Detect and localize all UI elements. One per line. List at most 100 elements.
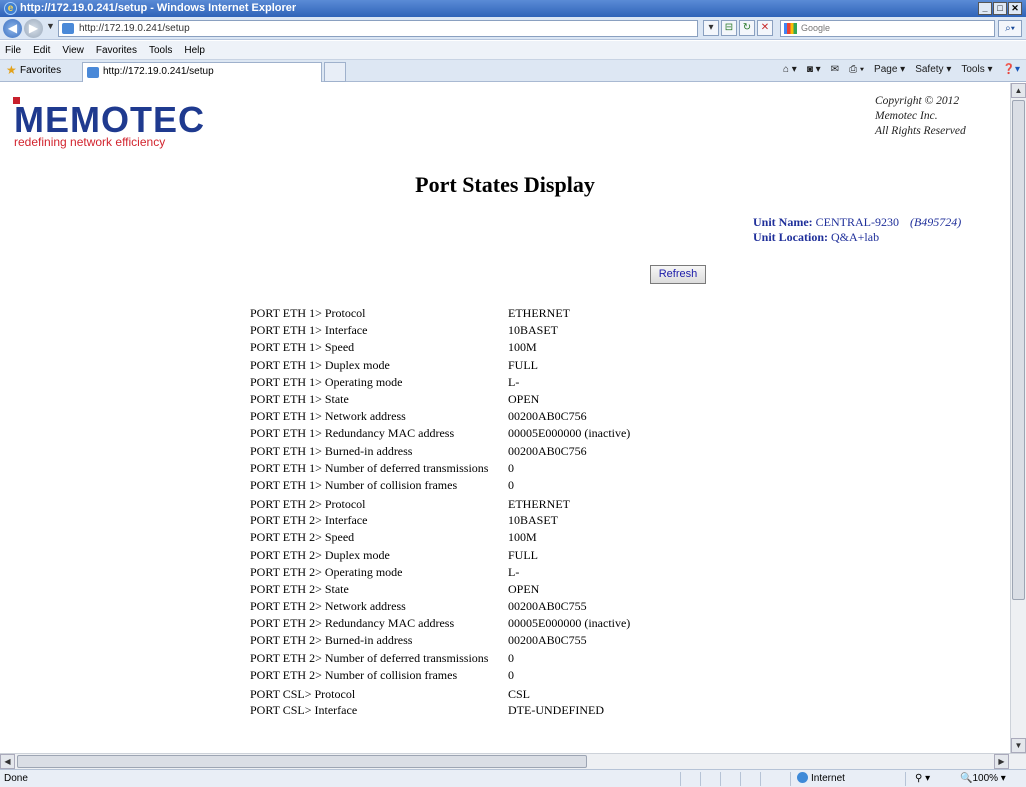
address-row: ◀ ▶ ▼ http://172.19.0.241/setup ▾ ⊟ ↻ ✕ … [0, 17, 1026, 40]
table-row: PORT CSL> Protocol CSL [250, 684, 630, 702]
help-icon[interactable]: ❓▾ [1003, 64, 1020, 75]
tab-page-icon [87, 67, 99, 78]
table-row: PORT ETH 2> Network address 00200AB0C755 [250, 598, 630, 615]
address-input[interactable]: http://172.19.0.241/setup [58, 20, 698, 37]
scroll-left-icon[interactable]: ◀ [0, 754, 15, 769]
port-field-label: PORT ETH 2> Protocol [250, 497, 366, 512]
search-icon[interactable]: ⌕▾ [998, 20, 1022, 37]
zoom-control[interactable]: 🔍100% ▾ [960, 770, 1006, 787]
port-field-value: 0 [508, 667, 514, 682]
menu-file[interactable]: File [5, 45, 21, 56]
unit-location-label: Unit Location: [753, 230, 828, 244]
table-row: PORT CSL> Interface DTE-UNDEFINED [250, 702, 630, 719]
port-field-value: DTE-UNDEFINED [508, 703, 604, 718]
search-input[interactable]: Google [780, 20, 995, 37]
port-field-value: 00005E000000 (inactive) [508, 616, 631, 631]
port-field-value: OPEN [508, 581, 540, 596]
ie-logo-icon: e [4, 2, 17, 15]
tab-setup[interactable]: http://172.19.0.241/setup [82, 62, 322, 82]
zoom-level: 100% [972, 773, 999, 784]
mail-icon[interactable]: ✉ [831, 64, 839, 75]
table-row: PORT ETH 1> Interface 10BASET [250, 322, 630, 339]
table-row: PORT ETH 1> Protocol ETHERNET [250, 305, 630, 322]
port-field-label: PORT ETH 1> Interface [250, 323, 368, 338]
table-row: PORT ETH 2> Redundancy MAC address 00005E… [250, 615, 630, 632]
history-dropdown-icon[interactable]: ▼ [46, 21, 55, 31]
minimize-button[interactable]: _ [978, 2, 992, 15]
table-row: PORT ETH 2> Interface 10BASET [250, 512, 630, 529]
scroll-up-icon[interactable]: ▲ [1011, 83, 1026, 98]
window-title-bar: e http://172.19.0.241/setup - Windows In… [0, 0, 1026, 17]
port-field-label: PORT ETH 1> Protocol [250, 306, 366, 321]
favorites-star-icon[interactable]: ★ [6, 64, 17, 77]
table-row: PORT ETH 1> Speed 100M [250, 339, 630, 356]
page-menu[interactable]: Page ▾ [874, 64, 905, 75]
port-field-value: CSL [508, 686, 531, 701]
protected-mode-icon[interactable]: ⚲ ▾ [915, 770, 930, 787]
back-arrow-icon[interactable]: ◀ [3, 19, 22, 38]
close-button[interactable]: ✕ [1008, 2, 1022, 15]
port-field-label: PORT ETH 2> Network address [250, 599, 406, 614]
port-field-value: ETHERNET [508, 306, 570, 321]
status-divider [680, 772, 681, 786]
table-row: PORT ETH 2> Burned-in address 00200AB0C75… [250, 632, 630, 649]
copyright-line-3: All Rights Reserved [875, 125, 966, 137]
stop-icon[interactable]: ✕ [757, 20, 773, 36]
port-field-label: PORT ETH 2> Number of deferred transmiss… [250, 650, 489, 665]
port-field-value: 0 [508, 460, 514, 475]
menu-favorites[interactable]: Favorites [96, 45, 137, 56]
safety-menu[interactable]: Safety ▾ [915, 64, 951, 75]
port-field-value: 10BASET [508, 513, 559, 528]
port-states-table: PORT ETH 1> Protocol ETHERNET PORT ETH 1> … [250, 305, 630, 719]
tab-title: http://172.19.0.241/setup [103, 66, 214, 77]
table-row: PORT ETH 2> Duplex mode FULL [250, 546, 630, 563]
unit-name-value: CENTRAL-9230 [815, 215, 899, 229]
port-field-value: 10BASET [508, 323, 559, 338]
refresh-icon[interactable]: ↻ [739, 20, 755, 36]
copyright-line-2: Memotec Inc. [875, 110, 938, 122]
menu-view[interactable]: View [62, 45, 84, 56]
tools-menu[interactable]: Tools ▾ [961, 64, 992, 75]
favorites-bar: ★ Favorites http://172.19.0.241/setup ⌂ … [0, 60, 1026, 82]
port-field-label: PORT CSL> Protocol [250, 686, 356, 701]
status-divider [760, 772, 761, 786]
copyright-line-1: Copyright © 2012 [875, 95, 960, 107]
port-field-value: OPEN [508, 392, 540, 407]
scroll-down-icon[interactable]: ▼ [1011, 738, 1026, 753]
port-field-value: FULL [508, 357, 538, 372]
table-row: PORT ETH 1> Operating mode L- [250, 374, 630, 391]
scroll-right-icon[interactable]: ▶ [994, 754, 1009, 769]
favorites-button[interactable]: Favorites [20, 65, 61, 76]
port-field-value: ETHERNET [508, 497, 570, 512]
horizontal-scrollbar[interactable]: ◀ ▶ [0, 753, 1026, 769]
status-text: Done [4, 773, 28, 784]
print-icon[interactable]: ⎙ ▾ [849, 64, 864, 75]
menu-help[interactable]: Help [184, 45, 205, 56]
vertical-scroll-thumb[interactable] [1012, 100, 1025, 600]
table-row: PORT ETH 2> Speed 100M [250, 529, 630, 546]
table-row: PORT ETH 1> Redundancy MAC address 00005E… [250, 425, 630, 442]
search-placeholder: Google [801, 23, 831, 33]
table-row: PORT ETH 1> Number of deferred transmiss… [250, 460, 630, 477]
refresh-button[interactable]: Refresh [650, 265, 706, 284]
unit-info: Unit Name: CENTRAL-9230 (B495724) Unit L… [753, 215, 961, 245]
table-row: PORT ETH 2> State OPEN [250, 581, 630, 598]
menu-edit[interactable]: Edit [33, 45, 50, 56]
home-icon[interactable]: ⌂ ▾ [783, 64, 797, 75]
address-dropdown-icon[interactable]: ▾ [703, 20, 719, 36]
forward-arrow-icon[interactable]: ▶ [24, 19, 43, 38]
maximize-button[interactable]: □ [993, 2, 1007, 15]
unit-serial: (B495724) [909, 215, 962, 229]
vertical-scrollbar[interactable]: ▲ ▼ [1010, 83, 1026, 753]
menu-tools[interactable]: Tools [149, 45, 172, 56]
zone-label: Internet [811, 773, 845, 784]
window-controls: _ □ ✕ [978, 2, 1022, 15]
new-tab-button[interactable] [324, 62, 346, 82]
feeds-icon[interactable]: ◙ ▾ [807, 64, 821, 75]
horizontal-scroll-thumb[interactable] [17, 755, 587, 768]
compatibility-view-icon[interactable]: ⊟ [721, 20, 737, 36]
port-field-label: PORT ETH 1> Speed [250, 340, 355, 355]
status-divider [905, 772, 906, 786]
port-field-label: PORT ETH 1> Network address [250, 409, 406, 424]
security-zone[interactable]: Internet [797, 770, 845, 787]
